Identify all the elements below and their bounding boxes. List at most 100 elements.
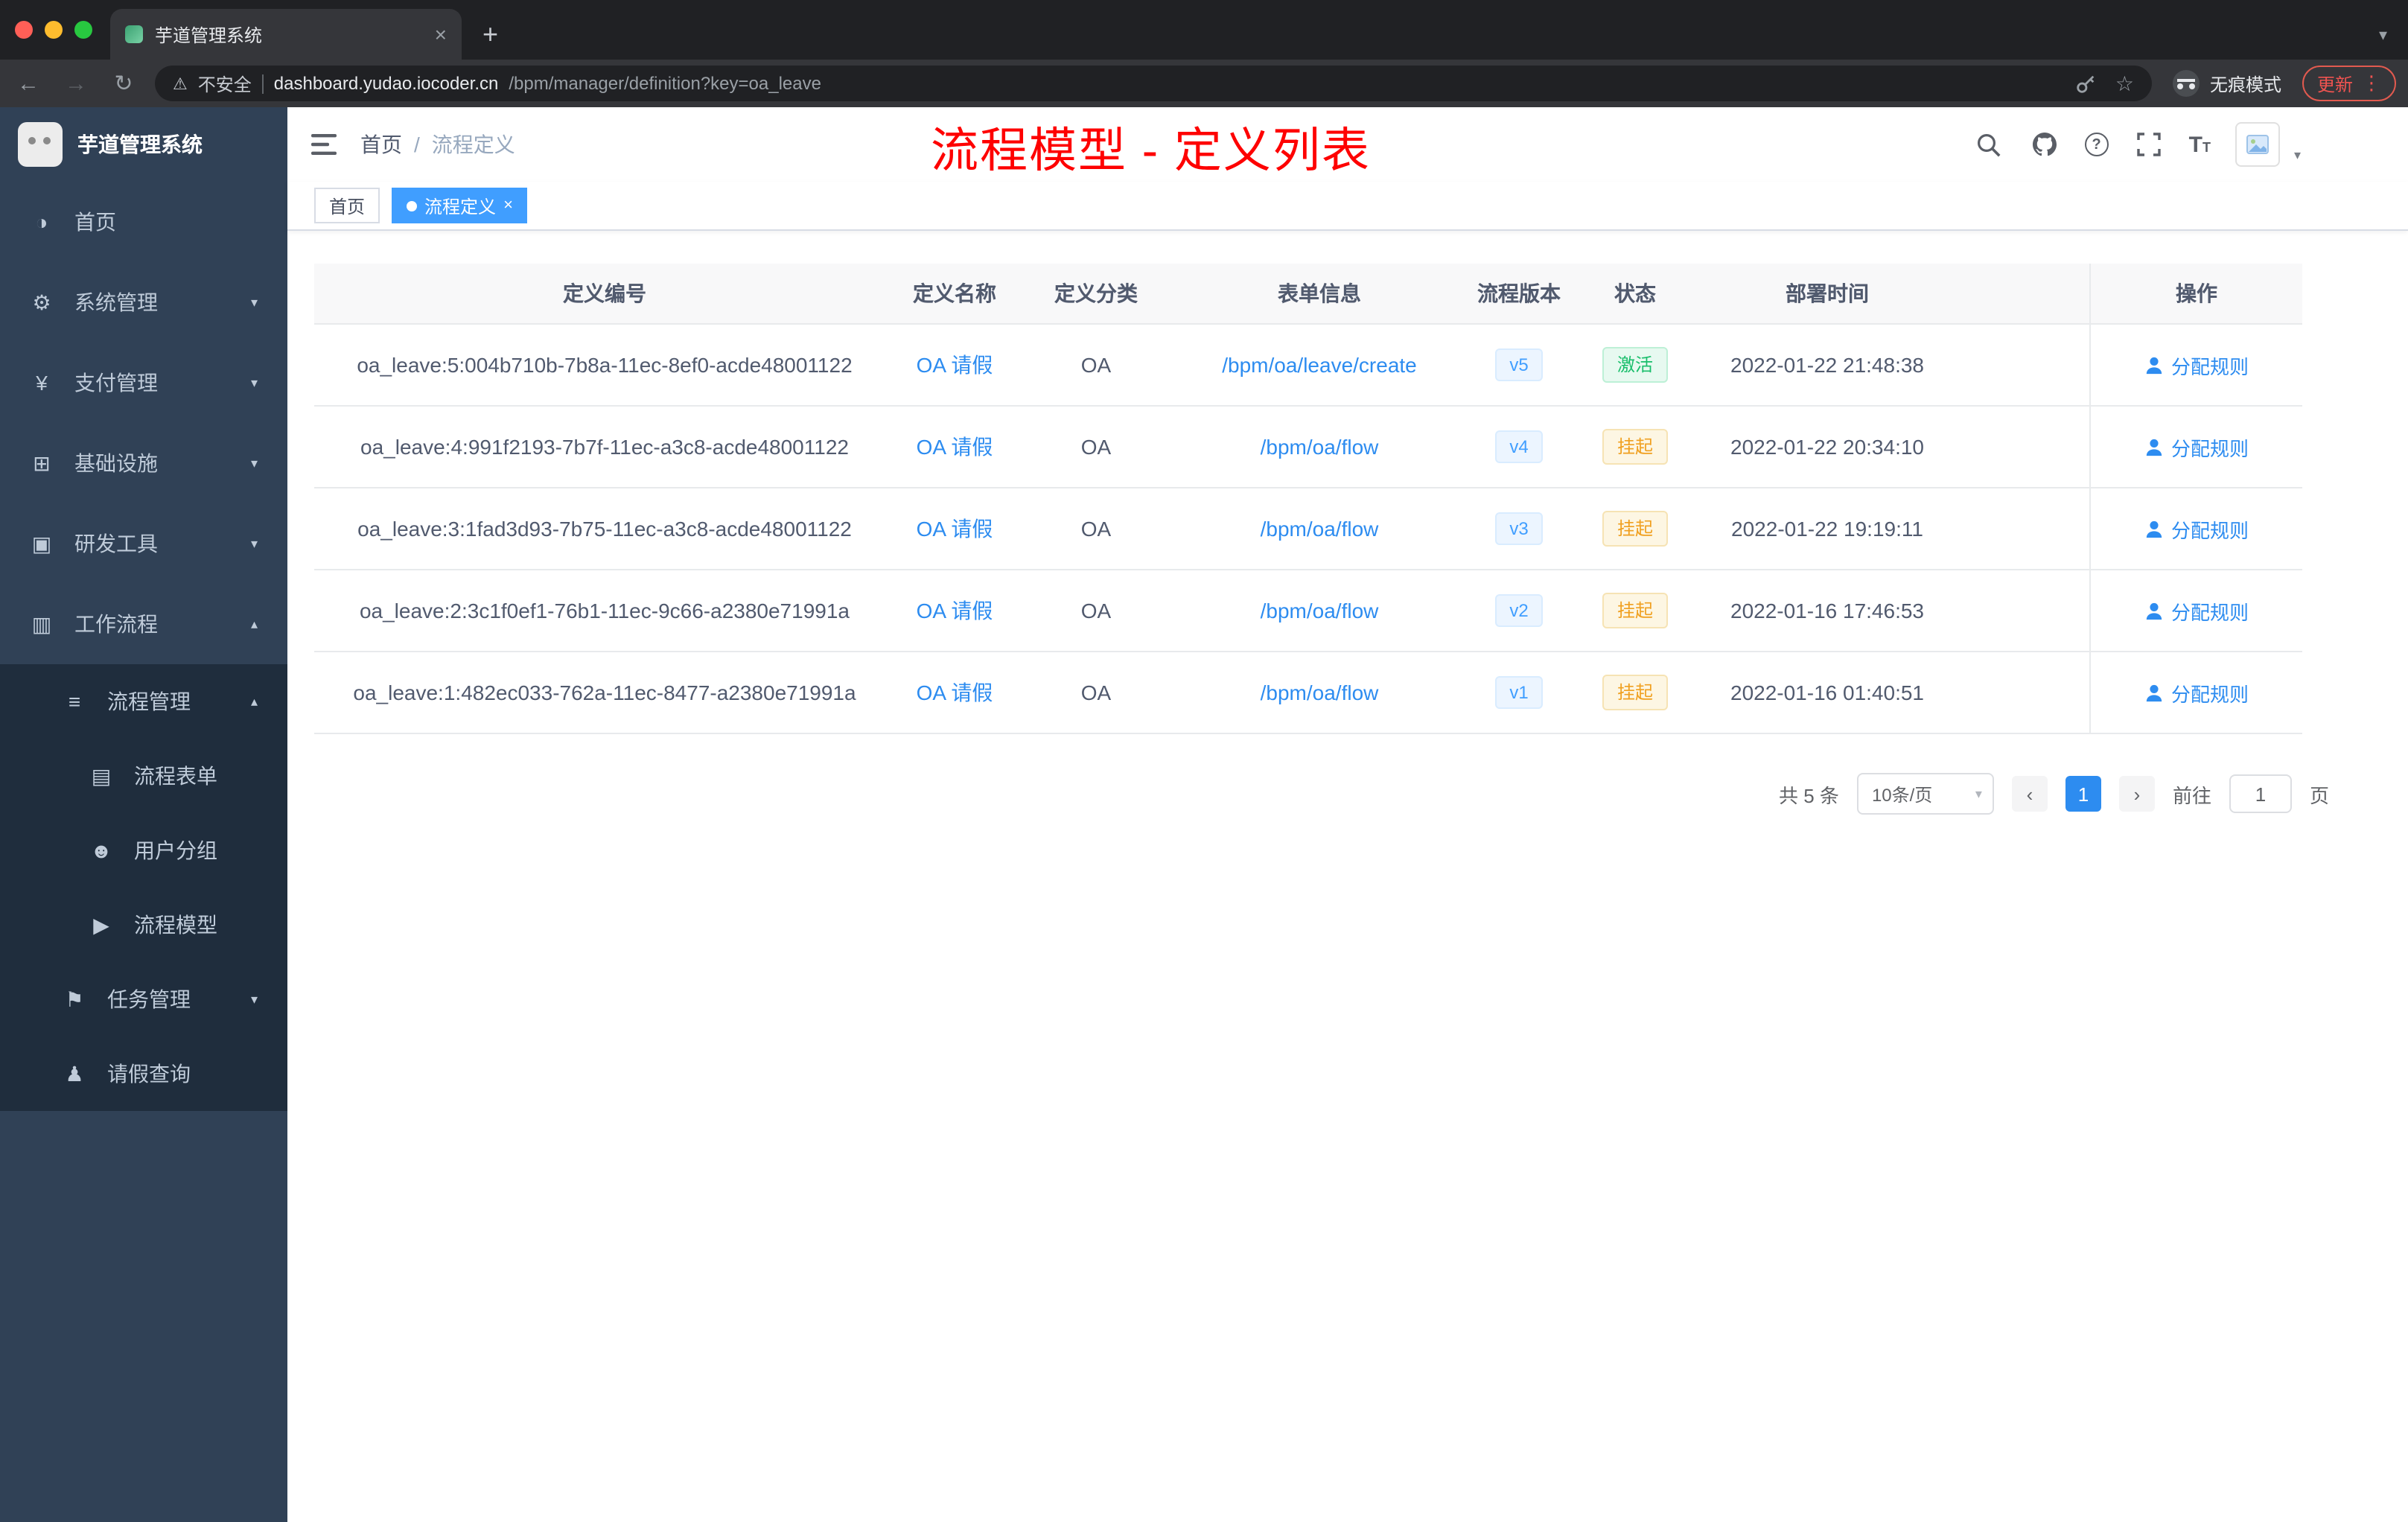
sidebar-item-label: 流程表单: [134, 764, 217, 788]
sidebar-item-process-model[interactable]: ▶ 流程模型: [0, 888, 287, 962]
cell-deploy-time: 2022-01-22 19:19:11: [1731, 517, 1923, 541]
current-page-button[interactable]: 1: [2065, 776, 2101, 812]
tab-close-icon[interactable]: ×: [435, 24, 447, 45]
status-badge: 挂起: [1602, 593, 1668, 628]
help-icon[interactable]: ?: [2084, 133, 2109, 156]
status-badge: 挂起: [1602, 511, 1668, 547]
tag-close-icon[interactable]: ×: [503, 197, 513, 214]
status-badge: 激活: [1602, 347, 1668, 383]
search-icon[interactable]: [1975, 130, 2004, 159]
main-area: 首页 / 流程定义 流程模型 - 定义列表 ? TT ▾ 首页 流程定义 × 定…: [287, 107, 2408, 1522]
form-link[interactable]: /bpm/oa/flow: [1261, 681, 1379, 704]
dashboard-icon: ◑: [35, 210, 48, 234]
tag-home[interactable]: 首页: [314, 188, 380, 223]
cell-definition-id: oa_leave:5:004b710b-7b8a-11ec-8ef0-acde4…: [357, 353, 853, 377]
form-link[interactable]: /bpm/oa/flow: [1261, 599, 1379, 623]
sidebar-item-label: 流程管理: [107, 690, 191, 713]
assign-rule-button[interactable]: 分配规则: [2144, 678, 2249, 707]
user-icon: ♟: [65, 1061, 84, 1085]
bookmark-star-icon[interactable]: ☆: [2115, 71, 2134, 96]
list-icon: ≡: [68, 690, 81, 713]
table-row: oa_leave:1:482ec033-762a-11ec-8477-a2380…: [314, 652, 2302, 734]
briefcase-icon: ▥: [31, 611, 52, 635]
incognito-label: 无痕模式: [2209, 74, 2281, 95]
browser-menu-icon[interactable]: ⋮: [2362, 71, 2381, 95]
sidebar-item-dev-tools[interactable]: ▣ 研发工具 ▾: [0, 503, 287, 584]
cell-definition-id: oa_leave:4:991f2193-7b7f-11ec-a3c8-acde4…: [360, 435, 849, 459]
key-icon[interactable]: [2075, 72, 2098, 95]
tab-favicon: [125, 25, 143, 43]
col-header-id: 定义编号: [563, 281, 646, 305]
tab-search-caret-icon[interactable]: ▾: [2358, 9, 2408, 60]
breadcrumb-current: 流程定义: [431, 133, 515, 156]
font-size-icon[interactable]: TT: [2189, 132, 2211, 157]
definition-name-link[interactable]: OA 请假: [917, 435, 993, 459]
definition-name-link[interactable]: OA 请假: [917, 353, 993, 377]
table-header-row: 定义编号 定义名称 定义分类 表单信息 流程版本 状态 部署时间 操作: [314, 264, 2302, 325]
page-size-value: 10条/页: [1871, 784, 1933, 805]
form-link[interactable]: /bpm/oa/flow: [1261, 435, 1379, 459]
address-bar[interactable]: ⚠ 不安全 dashboard.yudao.iocoder.cn/bpm/man…: [155, 66, 2152, 101]
assign-rule-button[interactable]: 分配规则: [2144, 515, 2249, 543]
page-size-select[interactable]: 10条/页 ▾: [1856, 773, 1994, 815]
sidebar-item-user-group[interactable]: ☻ 用户分组: [0, 813, 287, 888]
fullscreen-icon[interactable]: [2134, 130, 2164, 159]
sidebar-item-process-mgmt[interactable]: ≡ 流程管理 ▴: [0, 664, 287, 739]
sidebar-item-home[interactable]: ◑ 首页: [0, 182, 287, 262]
sidebar-item-infrastructure[interactable]: ⊞ 基础设施 ▾: [0, 423, 287, 503]
form-link[interactable]: /bpm/oa/leave/create: [1222, 353, 1417, 377]
cell-deploy-time: 2022-01-16 01:40:51: [1730, 681, 1924, 704]
assign-rule-label: 分配规则: [2170, 355, 2249, 378]
chevron-down-icon: ▾: [250, 991, 258, 1006]
pagination: 共 5 条 10条/页 ▾ ‹ 1 › 前往 页: [341, 773, 2329, 815]
maximize-window-button[interactable]: [74, 21, 92, 39]
assign-rule-button[interactable]: 分配规则: [2144, 351, 2249, 379]
cell-deploy-time: 2022-01-22 20:34:10: [1730, 435, 1924, 459]
definition-name-link[interactable]: OA 请假: [917, 599, 993, 623]
sidebar-item-process-form[interactable]: ▤ 流程表单: [0, 739, 287, 813]
sidebar-item-payment-mgmt[interactable]: ¥ 支付管理 ▾: [0, 343, 287, 423]
pagination-total: 共 5 条: [1779, 784, 1839, 806]
chevron-down-icon: ▾: [1975, 786, 1982, 800]
sidebar-item-label: 用户分组: [134, 838, 217, 862]
github-icon[interactable]: [2030, 130, 2060, 159]
active-dot: [407, 200, 418, 211]
minimize-window-button[interactable]: [45, 21, 63, 39]
browser-tab[interactable]: 芋道管理系统 ×: [110, 9, 462, 60]
tag-process-definition[interactable]: 流程定义 ×: [392, 188, 528, 223]
tag-label: 首页: [329, 196, 366, 217]
definition-table: 定义编号 定义名称 定义分类 表单信息 流程版本 状态 部署时间 操作 oa_l…: [314, 264, 2302, 734]
assign-rule-button[interactable]: 分配规则: [2144, 596, 2249, 625]
form-link[interactable]: /bpm/oa/flow: [1261, 517, 1379, 541]
refresh-button[interactable]: ↻: [107, 70, 140, 97]
update-label: 更新: [2316, 74, 2353, 95]
sidebar-toggle-icon[interactable]: [287, 134, 360, 155]
sidebar-item-label: 工作流程: [74, 612, 158, 636]
new-tab-button[interactable]: +: [462, 9, 519, 60]
sidebar-item-task-mgmt[interactable]: ⚑ 任务管理 ▾: [0, 962, 287, 1037]
avatar[interactable]: [2235, 122, 2281, 167]
close-window-button[interactable]: [15, 21, 33, 39]
breadcrumb-home[interactable]: 首页: [360, 130, 402, 159]
table-row: oa_leave:2:3c1f0ef1-76b1-11ec-9c66-a2380…: [314, 570, 2302, 652]
next-page-button[interactable]: ›: [2118, 776, 2155, 812]
prev-page-button[interactable]: ‹: [2011, 776, 2048, 812]
sidebar-item-leave-query[interactable]: ♟ 请假查询: [0, 1037, 287, 1111]
caret-down-icon[interactable]: ▾: [2294, 147, 2301, 163]
definition-name-link[interactable]: OA 请假: [917, 681, 993, 704]
sidebar-item-system-mgmt[interactable]: ⚙ 系统管理 ▾: [0, 262, 287, 343]
goto-page-input[interactable]: [2229, 774, 2292, 813]
sidebar-item-workflow[interactable]: ▥ 工作流程 ▴: [0, 584, 287, 664]
yen-icon: ¥: [36, 371, 48, 395]
sidebar-logo[interactable]: 芋道管理系统: [0, 107, 287, 182]
assign-rule-button[interactable]: 分配规则: [2144, 433, 2249, 461]
browser-update-button[interactable]: 更新 ⋮: [2302, 66, 2396, 101]
version-badge: v5: [1494, 348, 1544, 381]
definition-name-link[interactable]: OA 请假: [917, 517, 993, 541]
browser-tab-strip: 芋道管理系统 × + ▾: [0, 0, 2408, 60]
forward-button[interactable]: →: [60, 71, 92, 96]
omnibox-divider: [261, 74, 264, 93]
security-label[interactable]: 不安全: [198, 71, 252, 96]
back-button[interactable]: ←: [12, 71, 45, 96]
tag-label: 流程定义: [424, 196, 497, 217]
